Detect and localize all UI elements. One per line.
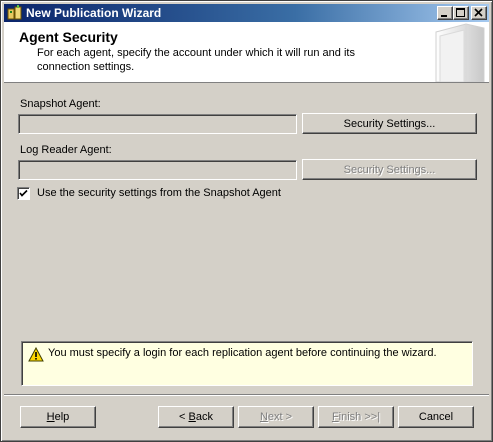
title-bar[interactable]: New Publication Wizard (4, 4, 489, 22)
next-mnemonic: N (259, 411, 268, 423)
finish-button[interactable]: Finish >>| (318, 406, 394, 428)
log-reader-agent-field[interactable] (18, 160, 297, 180)
log-reader-agent-label: Log Reader Agent: (20, 144, 112, 156)
back-prefix: < (179, 411, 189, 423)
back-button[interactable]: < Back (158, 406, 234, 428)
wizard-app-icon (7, 5, 22, 20)
use-snapshot-settings-checkbox[interactable] (17, 187, 30, 200)
back-mnemonic: B (188, 411, 196, 423)
help-mnemonic: H (46, 411, 55, 423)
window-title: New Publication Wizard (26, 6, 162, 20)
help-button[interactable]: Help (20, 406, 96, 428)
snapshot-agent-field[interactable] (18, 114, 297, 134)
footer-divider (4, 394, 489, 396)
page-title: Agent Security (19, 29, 118, 45)
help-label-rest: elp (54, 411, 70, 423)
next-label-rest: ext > (267, 411, 293, 423)
page-description: For each agent, specify the account unde… (37, 47, 355, 73)
minimize-button[interactable] (437, 6, 453, 20)
close-icon (474, 8, 483, 17)
back-label-rest: ack (195, 411, 213, 423)
wizard-header: Agent Security For each agent, specify t… (4, 22, 489, 83)
cancel-button[interactable]: Cancel (398, 406, 474, 428)
minimize-icon (441, 15, 447, 17)
warning-icon (28, 347, 44, 362)
snapshot-agent-label: Snapshot Agent: (20, 98, 101, 110)
use-snapshot-settings-label[interactable]: Use the security settings from the Snaps… (37, 187, 281, 199)
log-reader-security-settings-button[interactable]: Security Settings... (302, 159, 477, 180)
checkmark-icon (19, 189, 28, 197)
maximize-button[interactable] (453, 6, 469, 20)
message-text: You must specify a login for each replic… (48, 347, 437, 359)
snapshot-security-settings-button[interactable]: Security Settings... (302, 113, 477, 134)
message-box: You must specify a login for each replic… (21, 341, 473, 386)
wizard-window: New Publication Wizard Agent Security Fo… (0, 0, 493, 442)
finish-mnemonic: F (331, 411, 339, 423)
finish-label-rest: inish >>| (338, 411, 381, 423)
next-button[interactable]: Next > (238, 406, 314, 428)
close-button[interactable] (471, 6, 487, 20)
maximize-icon (456, 8, 465, 17)
header-decoration-icon (435, 23, 485, 82)
